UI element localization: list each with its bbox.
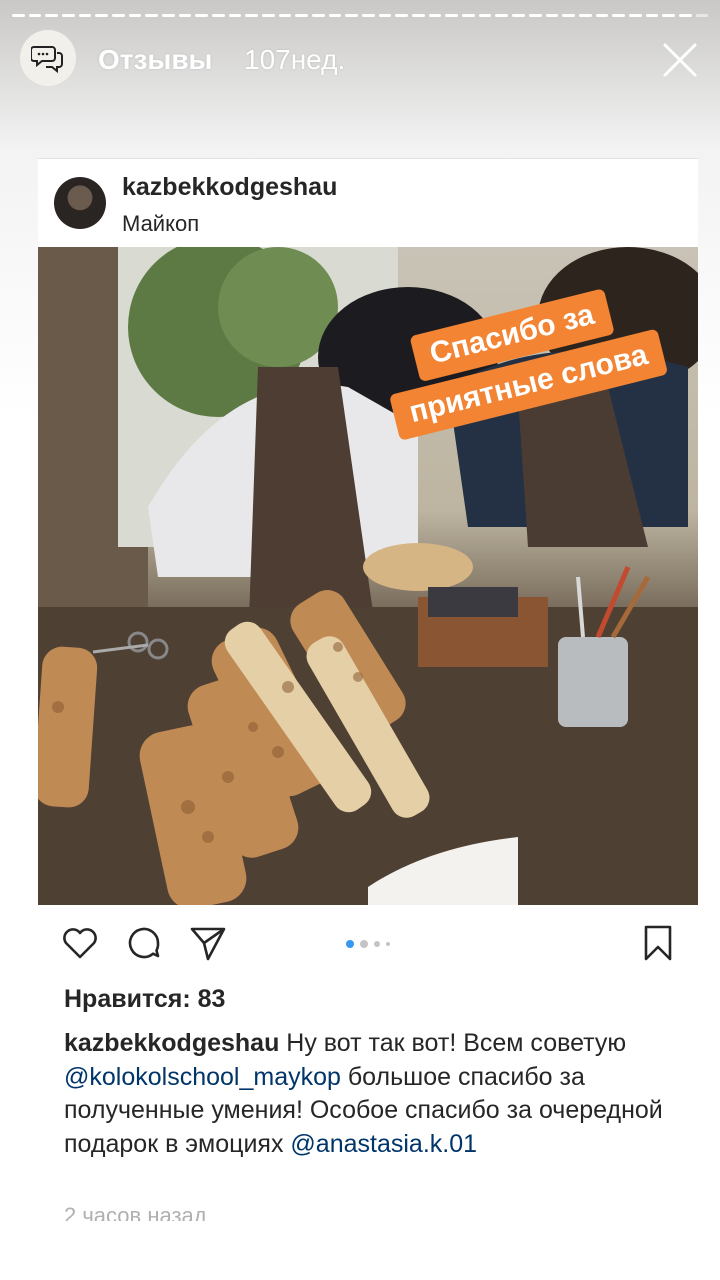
carousel-dot (374, 941, 380, 947)
progress-segment (512, 14, 525, 17)
caption-text-1: Ну вот так вот! Всем советую (279, 1029, 627, 1057)
progress-segment (245, 14, 259, 17)
progress-segment (528, 14, 542, 17)
progress-segment (578, 14, 592, 17)
progress-segment (595, 14, 609, 17)
progress-segment (628, 14, 642, 17)
progress-segment (195, 14, 209, 17)
progress-segment (678, 14, 692, 17)
progress-segment (278, 14, 292, 17)
post-avatar[interactable] (54, 177, 106, 229)
story-time: 107нед. (244, 44, 346, 75)
likes-count[interactable]: Нравится: 83 (64, 985, 225, 1014)
close-button[interactable] (660, 40, 700, 80)
progress-segment (445, 14, 459, 17)
post-timestamp: 2 часов назад (64, 1207, 264, 1221)
progress-segment (212, 14, 225, 17)
post-username[interactable]: kazbekkodgeshau (122, 173, 337, 202)
progress-segment (695, 14, 709, 17)
progress-segment (228, 14, 242, 17)
progress-segment (395, 14, 409, 17)
post-location[interactable]: Майкоп (122, 211, 199, 237)
send-icon[interactable] (188, 923, 228, 963)
progress-segment (162, 14, 175, 17)
progress-segment (78, 14, 92, 17)
carousel-dot (386, 942, 390, 946)
progress-segment (95, 14, 109, 17)
progress-segment (178, 14, 192, 17)
story-header: Отзывы 107нед. (20, 30, 700, 90)
progress-segment (462, 14, 475, 17)
bookmark-icon[interactable] (638, 923, 678, 963)
post-caption: kazbekkodgeshau Ну вот так вот! Всем сов… (64, 1027, 684, 1161)
progress-segment (45, 14, 59, 17)
story-progress-bar (12, 14, 709, 17)
post-header: kazbekkodgeshau Майкоп (38, 159, 698, 247)
close-icon (663, 43, 697, 77)
progress-segment (295, 14, 309, 17)
carousel-indicator (346, 940, 390, 948)
progress-segment (262, 14, 275, 17)
progress-segment (112, 14, 125, 17)
progress-segment (495, 14, 509, 17)
progress-segment (62, 14, 75, 17)
progress-segment (545, 14, 559, 17)
progress-segment (378, 14, 392, 17)
story-title: Отзывы (98, 44, 213, 75)
progress-segment (562, 14, 575, 17)
progress-segment (128, 14, 142, 17)
progress-segment (428, 14, 442, 17)
progress-segment (345, 14, 359, 17)
speech-bubbles-icon (31, 46, 63, 74)
post-timestamp-text: 2 часов назад (64, 1207, 207, 1221)
progress-segment (645, 14, 659, 17)
progress-segment (145, 14, 159, 17)
progress-segment (662, 14, 675, 17)
post-card: kazbekkodgeshau Майкоп Спасибо за приятн… (38, 158, 698, 1221)
mention-link[interactable]: @anastasia.k.01 (290, 1130, 477, 1158)
progress-segment (28, 14, 42, 17)
comment-icon[interactable] (124, 923, 164, 963)
progress-segment (412, 14, 425, 17)
post-actions (38, 905, 698, 981)
highlight-avatar[interactable] (20, 30, 76, 86)
progress-segment (312, 14, 325, 17)
progress-segment (328, 14, 342, 17)
progress-segment (612, 14, 625, 17)
progress-segment (12, 14, 25, 17)
mention-link[interactable]: @kolokolschool_maykop (64, 1063, 341, 1091)
caption-username[interactable]: kazbekkodgeshau (64, 1029, 279, 1057)
progress-segment (362, 14, 375, 17)
carousel-dot (360, 940, 368, 948)
heart-icon[interactable] (60, 923, 100, 963)
progress-segment (478, 14, 492, 17)
carousel-dot (346, 940, 354, 948)
